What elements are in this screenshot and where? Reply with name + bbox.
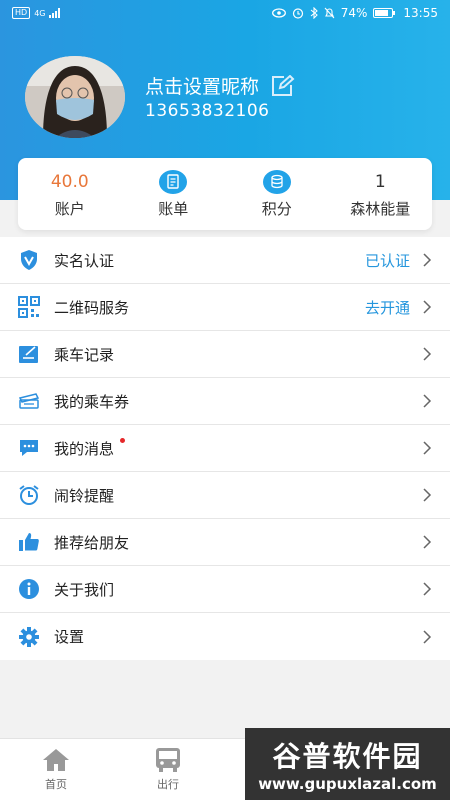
menu-label: 闹铃提醒 — [54, 486, 115, 505]
chevron-right-icon — [423, 394, 432, 408]
battery-percent: 74% — [340, 6, 368, 20]
stat-points[interactable]: 积分 — [225, 158, 329, 230]
verified-status: 已认证 — [364, 251, 410, 270]
watermark: 谷普软件园 www.gupuxlazal.com — [245, 728, 450, 800]
home-icon — [43, 749, 69, 771]
eye-icon — [271, 8, 286, 18]
points-icon — [262, 169, 291, 194]
menu-item-real-name[interactable]: 实名认证 已认证 — [0, 237, 450, 284]
tab-label: 首页 — [45, 778, 67, 791]
message-icon — [18, 437, 40, 459]
tab-home[interactable]: 首页 — [0, 739, 112, 800]
menu-item-qrcode[interactable]: 二维码服务 去开通 — [0, 284, 450, 331]
status-bar: HD 4G 74% 13:55 — [0, 0, 450, 26]
activate-status: 去开通 — [364, 298, 410, 317]
chevron-right-icon — [423, 300, 432, 314]
menu-label: 二维码服务 — [54, 298, 130, 317]
shield-v-icon — [18, 249, 40, 271]
menu-label: 关于我们 — [54, 580, 115, 599]
stat-label: 积分 — [261, 199, 292, 218]
info-icon — [18, 578, 40, 600]
menu-label: 实名认证 — [54, 251, 115, 270]
stat-label: 森林能量 — [350, 199, 411, 218]
alarm-clock-icon — [292, 8, 303, 19]
menu-label: 乘车记录 — [54, 345, 115, 364]
tab-label: 出行 — [157, 778, 179, 791]
chevron-right-icon — [423, 535, 432, 549]
menu-item-recommend[interactable]: 推荐给朋友 — [0, 519, 450, 566]
stat-label: 账户 — [54, 199, 85, 218]
chevron-right-icon — [423, 582, 432, 596]
stats-card: 40.0 账户 账单 积分 1 森林能量 — [18, 158, 432, 230]
battery-icon — [373, 8, 396, 18]
account-balance: 40.0 — [50, 171, 89, 192]
chevron-right-icon — [423, 441, 432, 455]
bluetooth-icon — [310, 7, 318, 19]
mute-icon — [324, 7, 335, 19]
unread-dot — [120, 437, 126, 443]
record-icon — [18, 343, 40, 365]
alarm-icon — [18, 484, 40, 506]
clock: 13:55 — [403, 6, 438, 20]
nickname[interactable]: 点击设置昵称 — [145, 72, 259, 99]
thumbs-up-icon — [18, 531, 40, 553]
stat-forest-energy[interactable]: 1 森林能量 — [329, 158, 433, 230]
bus-icon — [156, 748, 180, 772]
tab-travel[interactable]: 出行 — [112, 739, 224, 800]
phone-number: 13653832106 — [145, 101, 270, 121]
chevron-right-icon — [423, 488, 432, 502]
menu-label: 设置 — [54, 628, 85, 646]
menu-list: 实名认证 已认证 二维码服务 去开通 乘车记录 我的乘车券 我的消息 闹铃提醒 … — [0, 237, 450, 660]
ticket-icon — [18, 390, 40, 412]
menu-item-ride-records[interactable]: 乘车记录 — [0, 331, 450, 378]
forest-energy-value: 1 — [374, 171, 386, 192]
signal-icon — [49, 8, 61, 18]
avatar[interactable] — [25, 56, 125, 138]
watermark-title: 谷普软件园 — [272, 740, 423, 773]
menu-item-about[interactable]: 关于我们 — [0, 566, 450, 613]
watermark-url: www.gupuxlazal.com — [258, 775, 437, 793]
qrcode-icon — [18, 296, 40, 318]
menu-label: 我的乘车券 — [54, 392, 130, 411]
chevron-right-icon — [423, 253, 432, 267]
menu-item-settings[interactable]: 设置 — [0, 613, 450, 660]
menu-label: 我的消息 — [54, 439, 115, 458]
menu-item-tickets[interactable]: 我的乘车券 — [0, 378, 450, 425]
menu-label: 推荐给朋友 — [54, 533, 130, 552]
stat-bill[interactable]: 账单 — [122, 158, 226, 230]
chevron-right-icon — [423, 347, 432, 361]
gear-icon — [18, 626, 40, 648]
menu-item-messages[interactable]: 我的消息 — [0, 425, 450, 472]
edit-icon[interactable] — [271, 74, 295, 97]
stat-account[interactable]: 40.0 账户 — [18, 158, 122, 230]
nickname-row[interactable]: 点击设置昵称 — [145, 72, 295, 99]
chevron-right-icon — [423, 629, 432, 644]
bill-icon — [159, 169, 188, 194]
stat-label: 账单 — [158, 199, 189, 218]
menu-item-alarm[interactable]: 闹铃提醒 — [0, 472, 450, 519]
network-type: 4G — [34, 8, 46, 18]
hd-badge: HD — [12, 7, 31, 19]
